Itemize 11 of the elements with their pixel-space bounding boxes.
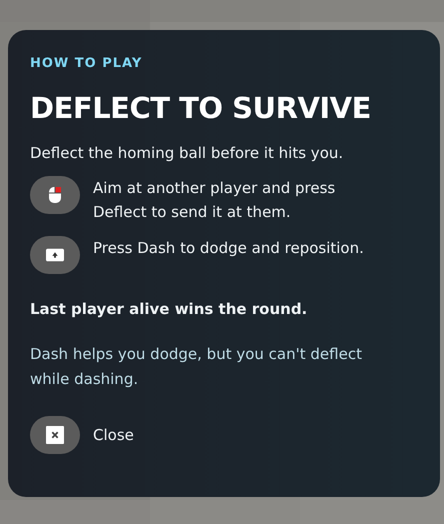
intro-text: Deflect the homing ball before it hits you. xyxy=(30,142,344,164)
close-icon xyxy=(46,426,64,444)
mouse-icon xyxy=(46,186,64,204)
dialog-title: DEFLECT TO SURVIVE xyxy=(30,91,371,126)
up-arrow-key-icon xyxy=(46,246,64,264)
control-description: Press Dash to dodge and reposition. xyxy=(93,238,364,259)
close-button[interactable]: Close xyxy=(30,416,134,454)
section-label: HOW TO PLAY xyxy=(30,56,142,71)
control-description: Aim at another player and press Deflect to send it at them. xyxy=(93,178,336,223)
goal-text: Last player alive wins the round. xyxy=(30,300,308,318)
tip-text: Dash helps you dodge, but you can't deflect while dashing. xyxy=(30,344,363,390)
